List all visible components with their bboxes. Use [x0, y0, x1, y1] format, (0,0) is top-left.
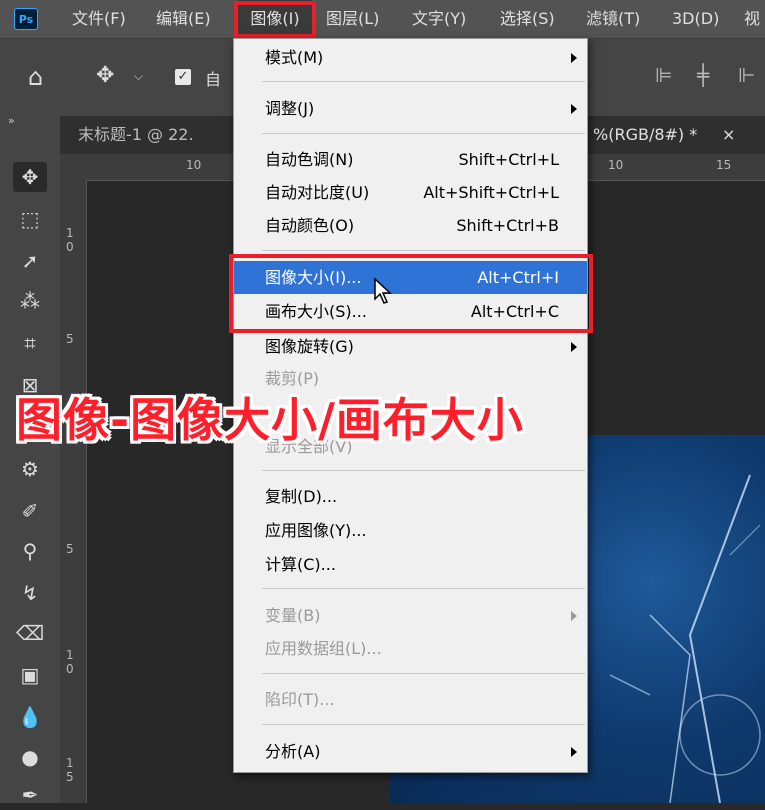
menu-item-shortcut: Shift+Ctrl+L [458, 150, 559, 169]
menu-separator [262, 133, 585, 134]
tab-active-document[interactable]: %(RGB/8#) * [593, 116, 697, 154]
menu-separator [262, 588, 585, 589]
crop-tool-icon[interactable]: ⌗ [13, 328, 47, 358]
menu-separator [262, 673, 585, 674]
auto-select-label: 自 [205, 70, 222, 89]
ruler-label: 0 [66, 240, 74, 254]
menu-item-mode[interactable]: 模式(M) [234, 41, 587, 74]
menu-item-label: 调整(J) [265, 99, 315, 118]
history-brush-icon[interactable]: ↯ [13, 578, 47, 608]
blur-tool-icon[interactable]: 💧 [13, 702, 47, 732]
tab-untitled[interactable]: 末标题-1 @ 22. [78, 116, 194, 154]
tab-close-icon[interactable]: × [722, 116, 735, 154]
menu-item-label: 图像大小(I)... [265, 268, 362, 287]
dodge-tool-icon[interactable]: ● [13, 742, 47, 772]
menu-separator [262, 250, 585, 251]
ruler-label: 15 [716, 158, 732, 172]
menu-item-image-size[interactable]: 图像大小(I)... Alt+Ctrl+I [234, 261, 587, 294]
menu-item-apply-data-set[interactable]: 应用数据组(L)... [234, 632, 587, 665]
menu-file[interactable]: 文件(F) [72, 0, 126, 38]
chevron-down-icon[interactable]: ⌵ [134, 69, 143, 84]
menu-item-image-rotation[interactable]: 图像旋转(G) [234, 330, 587, 363]
menu-item-adjustments[interactable]: 调整(J) [234, 92, 587, 125]
menu-item-auto-tone[interactable]: 自动色调(N) Shift+Ctrl+L [234, 143, 587, 176]
magic-wand-icon[interactable]: ⁂ [13, 286, 47, 316]
move-tool-icon[interactable]: ✥ [13, 162, 47, 192]
submenu-arrow-icon [571, 611, 577, 621]
menu-image[interactable]: 图像(I) [238, 0, 312, 38]
panel-collapse-icon[interactable]: » [8, 114, 15, 127]
submenu-arrow-icon [571, 342, 577, 352]
lasso-tool-icon[interactable]: ➚ [13, 246, 47, 276]
menu-item-label: 自动对比度(U) [265, 183, 370, 202]
ruler-label: 5 [66, 770, 74, 784]
move-tool-icon[interactable]: ✥ [96, 63, 114, 88]
stamp-tool-icon[interactable]: ⚲ [13, 536, 47, 566]
submenu-arrow-icon [571, 53, 577, 63]
ruler-label: 1 [66, 756, 74, 770]
menu-item-apply-image[interactable]: 应用图像(Y)... [234, 514, 587, 547]
menu-separator [262, 724, 585, 725]
menu-filter[interactable]: 滤镜(T) [586, 0, 640, 38]
menu-item-label: 复制(D)... [265, 487, 338, 506]
menu-layer[interactable]: 图层(L) [326, 0, 379, 38]
menu-edit[interactable]: 编辑(E) [156, 0, 211, 38]
menu-item-label: 分析(A) [265, 742, 321, 761]
marquee-tool-icon[interactable]: ⬚ [13, 204, 47, 234]
menu-item-canvas-size[interactable]: 画布大小(S)... Alt+Ctrl+C [234, 295, 587, 328]
ruler-label: 0 [66, 662, 74, 676]
mouse-cursor-icon [374, 277, 392, 304]
menu-item-shortcut: Alt+Ctrl+I [477, 268, 559, 287]
menu-3d[interactable]: 3D(D) [672, 0, 719, 38]
menu-item-duplicate[interactable]: 复制(D)... [234, 480, 587, 513]
align-right-icon[interactable]: ⊩ [738, 63, 755, 87]
submenu-arrow-icon [571, 747, 577, 757]
menu-type[interactable]: 文字(Y) [412, 0, 466, 38]
auto-select-checkbox[interactable]: ✓ [175, 69, 191, 85]
ruler-label: 1 [66, 648, 74, 662]
eraser-tool-icon[interactable]: ⌫ [13, 618, 47, 648]
menu-item-auto-color[interactable]: 自动颜色(O) Shift+Ctrl+B [234, 209, 587, 242]
menu-item-auto-contrast[interactable]: 自动对比度(U) Alt+Shift+Ctrl+L [234, 176, 587, 209]
align-left-icon[interactable]: ⊫ [655, 63, 672, 87]
menu-separator [262, 81, 585, 82]
menu-select[interactable]: 选择(S) [500, 0, 555, 38]
menu-bar: Ps 文件(F) 编辑(E) 图像(I) 图层(L) 文字(Y) 选择(S) 滤… [0, 0, 765, 38]
align-center-icon[interactable]: ╪ [697, 63, 709, 87]
menu-item-label: 应用数据组(L)... [265, 639, 382, 658]
menu-item-label: 变量(B) [265, 606, 321, 625]
ruler-label: 5 [66, 332, 74, 346]
menu-item-shortcut: Shift+Ctrl+B [456, 216, 559, 235]
menu-item-shortcut: Alt+Ctrl+C [470, 302, 559, 321]
menu-separator [262, 470, 585, 471]
submenu-arrow-icon [571, 104, 577, 114]
menu-item-label: 画布大小(S)... [265, 302, 367, 321]
menu-item-label: 图像旋转(G) [265, 337, 354, 356]
menu-item-label: 自动色调(N) [265, 150, 354, 169]
menu-item-calculations[interactable]: 计算(C)... [234, 548, 587, 581]
menu-item-label: 应用图像(Y)... [265, 521, 367, 540]
home-icon[interactable]: ⌂ [28, 63, 43, 91]
ruler-label: 1 [66, 226, 74, 240]
gradient-tool-icon[interactable]: ▣ [13, 660, 47, 690]
menu-item-variables[interactable]: 变量(B) [234, 599, 587, 632]
brush-tool-icon[interactable]: ✐ [13, 496, 47, 526]
ruler-label: 5 [66, 542, 74, 556]
ruler-label: 10 [608, 158, 624, 172]
tutorial-caption: 图像-图像大小/画布大小 [16, 393, 524, 447]
menu-item-analysis[interactable]: 分析(A) [234, 735, 587, 768]
menu-item-label: 计算(C)... [265, 555, 336, 574]
photoshop-logo: Ps [14, 8, 38, 30]
menu-item-trap[interactable]: 陷印(T)... [234, 683, 587, 716]
menu-item-label: 自动颜色(O) [265, 216, 355, 235]
healing-brush-icon[interactable]: ⚙ [13, 454, 47, 484]
menu-item-label: 模式(M) [265, 48, 324, 67]
menu-view[interactable]: 视 [744, 0, 760, 38]
tools-panel: » ✥ ⬚ ➚ ⁂ ⌗ ⊠ ✎ ⚙ ✐ ⚲ ↯ ⌫ ▣ 💧 ● ✒ [0, 114, 60, 807]
menu-item-label: 陷印(T)... [265, 690, 335, 709]
menu-item-shortcut: Alt+Shift+Ctrl+L [423, 183, 559, 202]
pen-tool-icon[interactable]: ✒ [13, 780, 47, 810]
ruler-label: 10 [186, 158, 202, 172]
ruler-left: 1 0 5 5 1 0 1 5 [60, 180, 87, 803]
